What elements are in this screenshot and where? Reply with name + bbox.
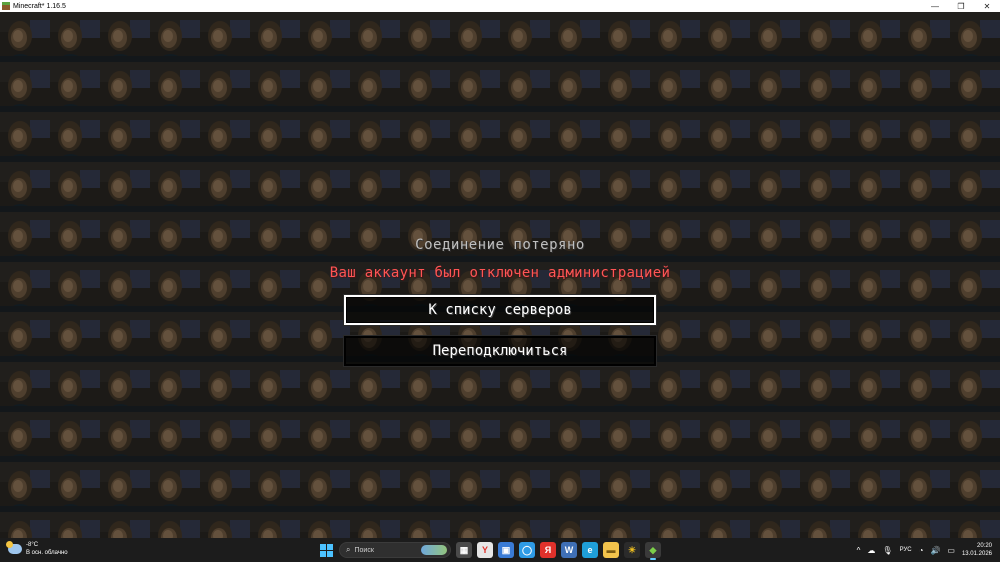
edge-icon[interactable]: e — [582, 542, 598, 558]
window-titlebar[interactable]: Minecraft* 1.16.5 — ❐ ✕ — [0, 0, 1000, 12]
partly-cloudy-icon — [6, 541, 22, 554]
phone-link-icon[interactable]: ▣ — [498, 542, 514, 558]
clock[interactable]: 20:20 13.01.2026 — [962, 542, 992, 558]
maximize-button[interactable]: ❐ — [948, 0, 974, 12]
clock-date: 13.01.2026 — [961, 551, 992, 557]
disconnect-reason: Ваш аккаунт был отключен администрацией — [329, 265, 671, 281]
minecraft-icon[interactable]: ◆ — [645, 542, 661, 560]
minecraft-app-icon — [2, 2, 10, 10]
microphone-icon[interactable]: 🎙 — [882, 546, 892, 555]
folder-icon[interactable]: ▬ — [603, 542, 619, 558]
vk-icon[interactable]: W — [561, 542, 577, 558]
yandex-icon[interactable]: Я — [540, 542, 556, 558]
reconnect-button[interactable]: Переподключиться — [343, 335, 657, 367]
search-highlight-image — [421, 545, 447, 555]
show-hidden-icons-chevron-icon[interactable]: ^ — [857, 546, 861, 555]
minimize-button[interactable]: — — [922, 0, 948, 12]
disconnect-title: Соединение потеряно — [415, 237, 585, 253]
weather-desc: В осн. облачно — [26, 550, 68, 556]
minecraft-glyph: ◆ — [649, 544, 657, 555]
windows-logo-icon — [319, 543, 333, 557]
search-placeholder: Поиск — [354, 546, 374, 554]
sun-app-icon[interactable]: ☀ — [624, 542, 640, 558]
wifi-icon[interactable]: ◔ — [919, 546, 924, 555]
volume-icon[interactable]: 🔊 — [930, 546, 940, 555]
input-language[interactable]: РУС — [900, 547, 912, 553]
battery-icon[interactable]: ▭ — [947, 546, 955, 555]
search-icon: ⌕ — [346, 545, 351, 554]
yandex-browser-icon[interactable]: Y — [477, 542, 493, 558]
weather-widget[interactable]: -8°C В осн. облачно — [6, 541, 68, 557]
file-explorer-icon[interactable]: ▦ — [456, 542, 472, 558]
game-viewport: Соединение потеряно Ваш аккаунт был откл… — [0, 12, 1000, 538]
back-to-servers-button[interactable]: К списку серверов — [343, 294, 657, 326]
start-button[interactable] — [318, 542, 334, 558]
cloud-icon[interactable]: ☁ — [867, 546, 875, 555]
window-title: Minecraft* 1.16.5 — [13, 2, 66, 10]
messenger-icon[interactable]: ◯ — [519, 542, 535, 558]
windows-taskbar: -8°C В осн. облачно ⌕ Поиск ▦ Y ▣ ◯ Я W … — [0, 538, 1000, 562]
weather-temp: -8°C — [26, 542, 39, 548]
taskbar-search[interactable]: ⌕ Поиск — [339, 542, 451, 558]
active-app-indicator — [650, 558, 656, 560]
clock-time: 20:20 — [976, 543, 992, 549]
close-button[interactable]: ✕ — [974, 0, 1000, 12]
system-tray: ^ ☁ 🎙 РУС ◔ 🔊 ▭ 20:20 13.01.2026 — [857, 542, 992, 558]
